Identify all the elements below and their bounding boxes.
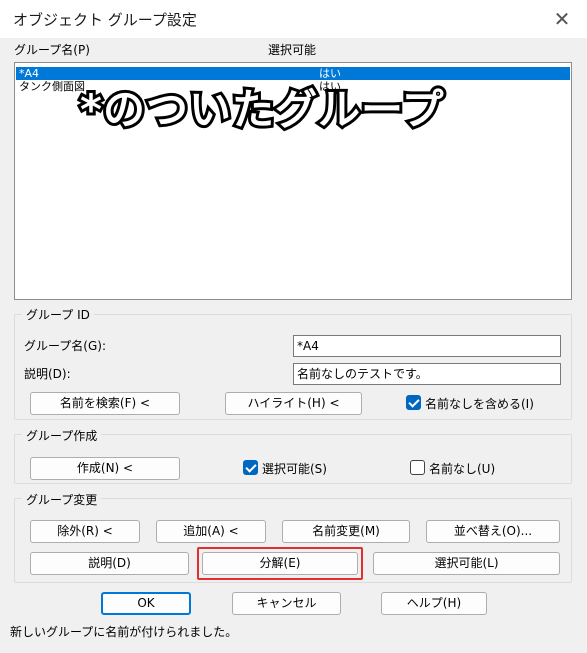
- change-group-label: グループ変更: [22, 491, 102, 508]
- column-header-name[interactable]: グループ名(P): [14, 41, 90, 58]
- selectable-label[interactable]: 選択可能(S): [262, 460, 327, 477]
- highlight-button[interactable]: ハイライト(H) <: [225, 392, 362, 415]
- add-button[interactable]: 追加(A) <: [156, 520, 266, 543]
- list-item[interactable]: *A4 はい: [16, 67, 570, 80]
- unnamed-checkbox[interactable]: [410, 460, 425, 475]
- group-id-label: グループ ID: [22, 306, 94, 323]
- list-item-name: タンク側面図: [19, 80, 85, 93]
- window-title: オブジェクト グループ設定: [13, 11, 197, 29]
- description-label: 説明(D):: [24, 367, 71, 381]
- close-icon[interactable]: ✕: [549, 6, 575, 32]
- description-button[interactable]: 説明(D): [30, 552, 189, 575]
- ok-button[interactable]: OK: [101, 592, 191, 615]
- group-name-label: グループ名(G):: [24, 339, 106, 353]
- create-button[interactable]: 作成(N) <: [30, 457, 180, 480]
- help-button[interactable]: ヘルプ(H): [381, 592, 487, 615]
- remove-button[interactable]: 除外(R) <: [30, 520, 140, 543]
- annotation-caption: *のついたグループ: [77, 82, 446, 137]
- reorder-button[interactable]: 並べ替え(O)...: [426, 520, 560, 543]
- include-unnamed-checkbox[interactable]: [406, 395, 421, 410]
- include-unnamed-label[interactable]: 名前なしを含める(I): [425, 395, 534, 412]
- selectable-checkbox[interactable]: [243, 460, 258, 475]
- title-bar: オブジェクト グループ設定 ✕: [0, 0, 587, 38]
- list-item-name: *A4: [19, 67, 40, 80]
- selectable-toggle-button[interactable]: 選択可能(L): [373, 552, 560, 575]
- list-item-selectable: はい: [319, 67, 341, 80]
- highlight-box: [197, 547, 363, 580]
- status-text: 新しいグループに名前が付けられました。: [10, 625, 238, 639]
- create-group-label: グループ作成: [22, 427, 102, 444]
- group-name-field[interactable]: *A4: [293, 335, 561, 357]
- description-field[interactable]: 名前なしのテストです。: [293, 363, 561, 385]
- column-header-selectable[interactable]: 選択可能: [268, 41, 316, 58]
- find-name-button[interactable]: 名前を検索(F) <: [30, 392, 180, 415]
- unnamed-label[interactable]: 名前なし(U): [429, 460, 495, 477]
- cancel-button[interactable]: キャンセル: [232, 592, 341, 615]
- rename-button[interactable]: 名前変更(M): [282, 520, 410, 543]
